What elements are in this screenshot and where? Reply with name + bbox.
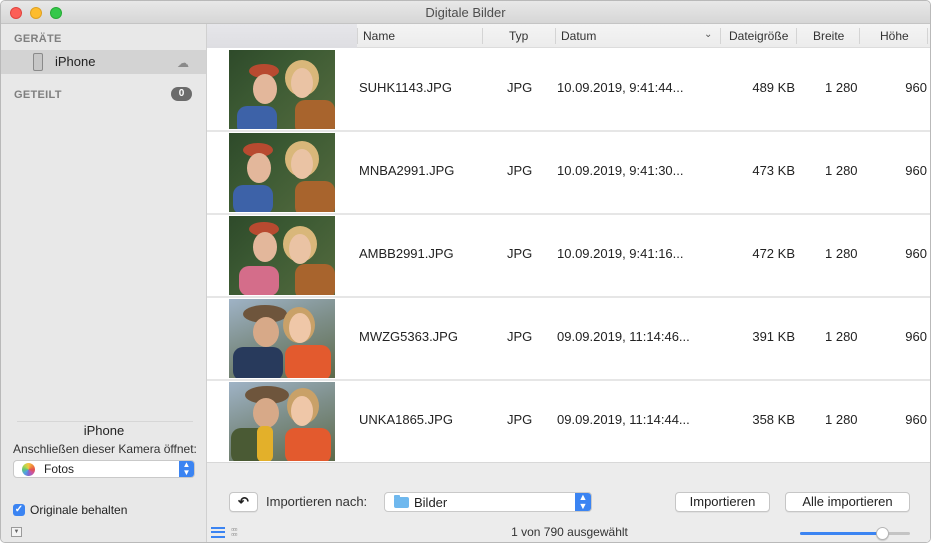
photos-app-icon [22, 463, 35, 476]
cell-name: UNKA1865.JPG [359, 412, 453, 427]
column-separator [720, 28, 721, 44]
divider [17, 421, 193, 422]
cell-height: 960 [905, 246, 927, 261]
devices-header: GERÄTE [14, 33, 62, 45]
import-to-label: Importieren nach: [266, 494, 368, 509]
cell-type: JPG [507, 329, 533, 344]
opens-app-select[interactable]: Fotos ▲ ▼ [13, 460, 195, 478]
rotate-left-icon: ↶ [238, 494, 249, 509]
cell-width: 1 280 [825, 412, 858, 427]
table-row[interactable]: UNKA1865.JPG JPG 09.09.2019, 11:14:44...… [207, 381, 930, 462]
cell-date: 09.09.2019, 11:14:46... [557, 329, 690, 344]
column-header-date[interactable]: Datum [561, 29, 596, 43]
keep-originals-label: Originale behalten [30, 503, 128, 517]
cell-name: SUHK1143.JPG [359, 80, 452, 95]
cell-size: 358 KB [752, 412, 795, 427]
column-header-height[interactable]: Höhe [880, 29, 909, 43]
cell-width: 1 280 [825, 246, 858, 261]
column-header-size[interactable]: Dateigröße [729, 29, 788, 43]
table-row[interactable]: AMBB2991.JPG JPG 10.09.2019, 9:41:16... … [207, 215, 930, 298]
table-row[interactable]: MNBA2991.JPG JPG 10.09.2019, 9:41:30... … [207, 132, 930, 215]
cell-size: 472 KB [752, 246, 795, 261]
file-list-area: Name Typ Datum ⌄ Dateigröße Breite Höhe [207, 24, 930, 542]
column-header-type[interactable]: Typ [509, 29, 528, 43]
sort-chevron-down-icon: ⌄ [704, 29, 713, 40]
column-separator [796, 28, 797, 44]
cell-height: 960 [905, 412, 927, 427]
cell-type: JPG [507, 80, 533, 95]
photo-thumbnail [229, 133, 335, 212]
cell-name: AMBB2991.JPG [359, 246, 454, 261]
cell-type: JPG [507, 246, 533, 261]
slider-fill [800, 532, 883, 535]
import-all-button[interactable]: Alle importieren [785, 492, 910, 512]
device-panel-name: iPhone [83, 423, 125, 438]
cell-size: 391 KB [752, 329, 795, 344]
cell-height: 960 [905, 163, 927, 178]
title-bar: Digitale Bilder [1, 1, 930, 24]
cell-date: 09.09.2019, 11:14:44... [557, 412, 690, 427]
shared-header: GETEILT [14, 89, 62, 101]
cell-size: 489 KB [752, 80, 795, 95]
column-separator [927, 28, 928, 44]
iphone-icon [33, 53, 43, 71]
device-label: iPhone [55, 54, 96, 69]
cell-height: 960 [905, 80, 927, 95]
import-destination-value: Bilder [414, 495, 448, 510]
column-header-width[interactable]: Breite [813, 29, 844, 43]
photo-thumbnail [229, 299, 335, 378]
thumbnail-size-slider[interactable] [800, 527, 910, 540]
thumbnail-column-header [207, 24, 357, 48]
folder-icon [394, 495, 409, 508]
import-button[interactable]: Importieren [675, 492, 770, 512]
column-separator [859, 28, 860, 44]
window-title: Digitale Bilder [425, 5, 506, 20]
photo-thumbnail [229, 382, 335, 461]
column-separator [482, 28, 483, 44]
cell-width: 1 280 [825, 80, 858, 95]
rotate-left-button[interactable]: ↶ [229, 492, 258, 512]
file-table: SUHK1143.JPG JPG 10.09.2019, 9:41:44... … [207, 49, 930, 462]
cell-date: 10.09.2019, 9:41:16... [557, 246, 684, 261]
cloud-icon: ☁ [177, 56, 189, 70]
column-header-name[interactable]: Name [363, 29, 395, 43]
opens-app-label: Anschließen dieser Kamera öffnet: [13, 442, 197, 456]
photo-thumbnail [229, 216, 335, 295]
cell-height: 960 [905, 329, 927, 344]
cell-width: 1 280 [825, 163, 858, 178]
sidebar-item-iphone[interactable]: iPhone ☁ [1, 50, 206, 74]
bottom-toolbar: ↶ Importieren nach: Bilder ▲ ▼ Importiere… [207, 462, 930, 542]
keep-originals-checkbox[interactable]: ✓ [13, 504, 25, 516]
table-row[interactable]: SUHK1143.JPG JPG 10.09.2019, 9:41:44... … [207, 49, 930, 132]
opens-app-value: Fotos [44, 462, 75, 476]
cell-type: JPG [507, 163, 533, 178]
table-row[interactable]: MWZG5363.JPG JPG 09.09.2019, 11:14:46...… [207, 298, 930, 381]
photo-thumbnail [229, 50, 335, 129]
select-stepper-icon: ▲ ▼ [179, 461, 194, 477]
table-header: Name Typ Datum ⌄ Dateigröße Breite Höhe [207, 24, 930, 48]
slider-knob[interactable] [876, 527, 889, 540]
column-separator [357, 28, 358, 44]
cell-date: 10.09.2019, 9:41:30... [557, 163, 684, 178]
import-destination-select[interactable]: Bilder ▲ ▼ [384, 492, 592, 512]
shared-count-badge: 0 [171, 87, 192, 101]
collapse-panel-icon[interactable]: ▼ [11, 527, 22, 537]
cell-type: JPG [507, 412, 533, 427]
cell-name: MNBA2991.JPG [359, 163, 455, 178]
cell-width: 1 280 [825, 329, 858, 344]
column-separator [555, 28, 556, 44]
cell-date: 10.09.2019, 9:41:44... [557, 80, 684, 95]
select-stepper-icon: ▲ ▼ [575, 493, 591, 511]
image-capture-window: Digitale Bilder GERÄTE iPhone ☁ GETEILT … [0, 0, 931, 543]
cell-size: 473 KB [752, 163, 795, 178]
sidebar: GERÄTE iPhone ☁ GETEILT 0 iPhone Anschli… [1, 24, 207, 542]
cell-name: MWZG5363.JPG [359, 329, 458, 344]
